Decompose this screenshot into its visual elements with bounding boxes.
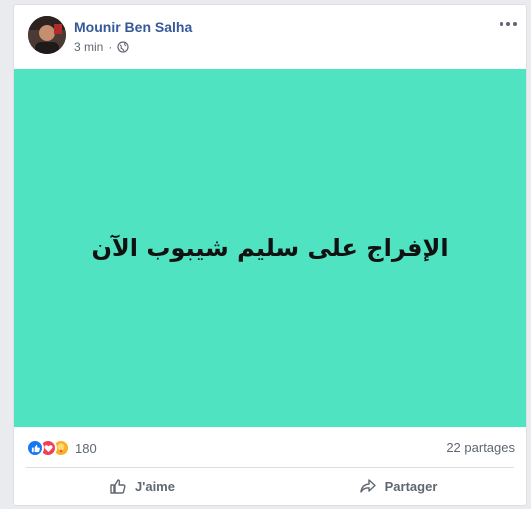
share-button-label: Partager (384, 478, 438, 494)
globe-icon[interactable] (117, 41, 129, 53)
separator-dot: · (108, 40, 113, 54)
post-image[interactable]: الإفراج على سليم شيبوب الآن (14, 69, 526, 427)
like-button[interactable]: J'aime (14, 468, 270, 504)
post-image-text: الإفراج على سليم شيبوب الآن (91, 234, 449, 262)
like-button-label: J'aime (135, 478, 175, 494)
reactions-summary[interactable]: 180 (26, 439, 97, 457)
post-actions: J'aime Partager (14, 468, 526, 504)
share-arrow-icon (359, 479, 376, 493)
post-meta: 3 min · (74, 40, 129, 54)
reactions-count: 180 (75, 440, 97, 456)
share-button[interactable]: Partager (270, 468, 526, 504)
shares-count[interactable]: 22 partages (446, 440, 515, 455)
post-card: Mounir Ben Salha 3 min · الإفراج على سلي… (13, 4, 527, 506)
avatar[interactable] (28, 16, 66, 54)
post-stats: 180 22 partages (14, 427, 526, 467)
more-options-icon[interactable] (498, 17, 518, 31)
thumbs-up-icon (110, 479, 126, 494)
post-header: Mounir Ben Salha 3 min · (14, 5, 526, 69)
post-time[interactable]: 3 min (74, 40, 103, 54)
author-name[interactable]: Mounir Ben Salha (74, 19, 192, 35)
like-icon (26, 439, 44, 457)
